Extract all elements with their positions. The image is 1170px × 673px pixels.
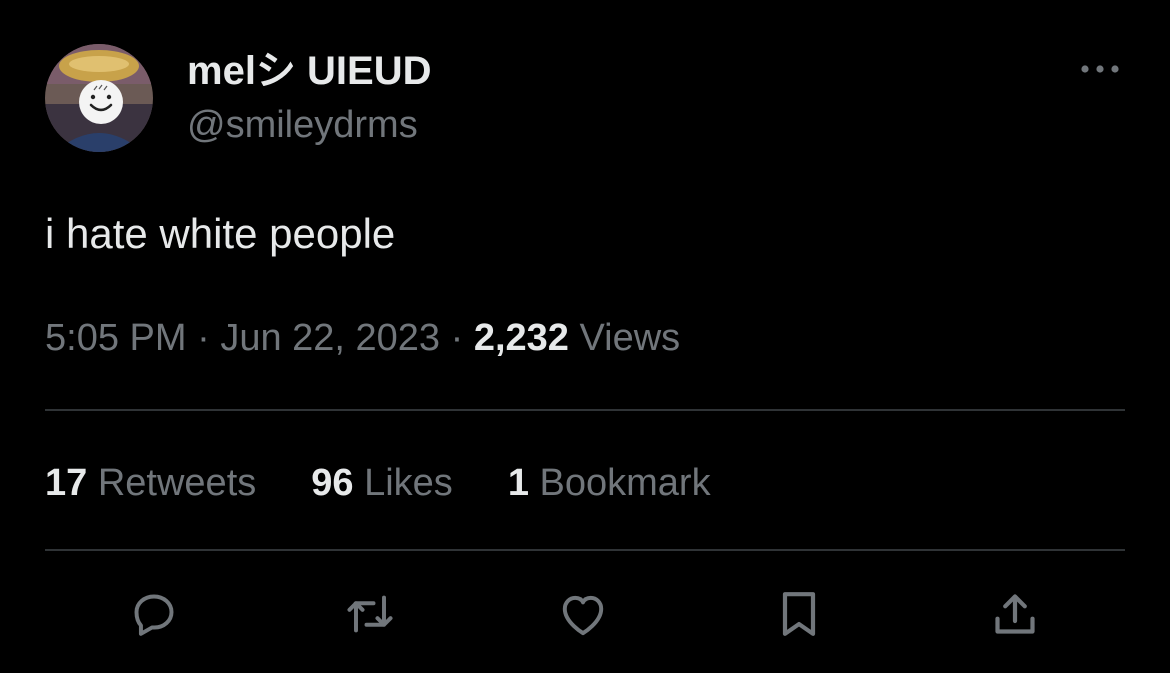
bookmarks-label: Bookmark bbox=[539, 462, 711, 504]
views-label: Views bbox=[579, 317, 681, 359]
bookmark-icon bbox=[782, 592, 816, 636]
divider bbox=[45, 409, 1125, 411]
engagement-stats: 17 Retweets 96 Likes 1 Bookmark bbox=[45, 458, 766, 508]
tweet-date[interactable]: Jun 22, 2023 bbox=[220, 317, 440, 359]
views-count: 2,232 bbox=[473, 317, 569, 359]
share-icon bbox=[995, 594, 1035, 634]
bookmarks-count: 1 bbox=[507, 462, 529, 504]
like-button[interactable] bbox=[553, 584, 613, 644]
like-icon bbox=[562, 595, 604, 636]
avatar[interactable] bbox=[45, 44, 153, 152]
bookmark-button[interactable] bbox=[769, 584, 829, 644]
share-button[interactable] bbox=[985, 584, 1045, 644]
likes-count: 96 bbox=[311, 462, 354, 504]
user-handle[interactable]: @smileydrms bbox=[187, 102, 418, 148]
bookmarks-stat[interactable]: 1 Bookmark bbox=[508, 458, 711, 508]
retweet-icon bbox=[347, 595, 393, 633]
avatar-image bbox=[45, 44, 153, 152]
retweets-label: Retweets bbox=[97, 462, 257, 504]
more-options-button[interactable] bbox=[1076, 52, 1124, 86]
more-icon bbox=[1081, 65, 1119, 73]
retweets-stat[interactable]: 17 Retweets bbox=[45, 458, 256, 508]
divider bbox=[45, 549, 1125, 551]
meta-separator: · bbox=[450, 317, 464, 359]
tweet-text: i hate white people bbox=[45, 210, 396, 257]
tweet-time[interactable]: 5:05 PM bbox=[45, 317, 187, 359]
likes-stat[interactable]: 96 Likes bbox=[311, 458, 453, 508]
retweet-button[interactable] bbox=[340, 584, 400, 644]
tweet-meta: 5:05 PM · Jun 22, 2023 · 2,232 Views bbox=[45, 313, 680, 363]
likes-label: Likes bbox=[364, 462, 453, 504]
display-name[interactable]: melシ UIEUD bbox=[187, 48, 432, 94]
reply-icon bbox=[134, 594, 174, 636]
meta-separator: · bbox=[197, 317, 210, 359]
reply-button[interactable] bbox=[124, 584, 184, 644]
retweets-count: 17 bbox=[45, 462, 88, 504]
